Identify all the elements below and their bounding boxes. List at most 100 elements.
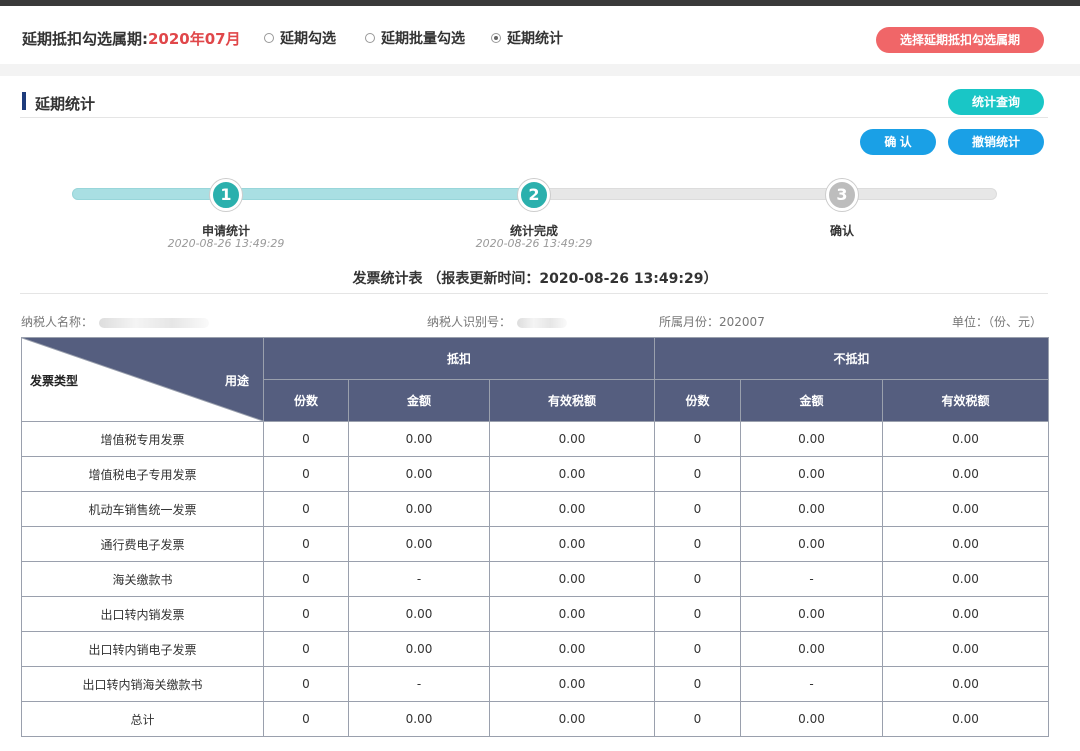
value-cell: 0.00 — [740, 596, 883, 632]
value-cell: 0 — [263, 631, 349, 667]
value-cell: 0 — [263, 666, 349, 702]
group-header-nondeduct: 不抵扣 — [654, 337, 1049, 380]
value-cell: 0 — [654, 561, 741, 597]
value-cell: 0 — [263, 421, 349, 457]
table-row: 增值税专用发票 0 0.00 0.00 0 0.00 0.00 — [21, 421, 1049, 457]
group-header-deduct: 抵扣 — [263, 337, 655, 380]
value-cell: 0.00 — [882, 666, 1049, 702]
value-cell: 0.00 — [489, 631, 655, 667]
value-cell: 0.00 — [489, 456, 655, 492]
redacted-taxpayer-id — [517, 317, 568, 328]
invoice-type-cell: 海关缴款书 — [21, 561, 264, 597]
value-cell: 0.00 — [740, 421, 883, 457]
radio-deferred-batch-select[interactable]: 延期批量勾选 — [365, 28, 465, 48]
value-cell: 0 — [654, 701, 741, 737]
invoice-type-cell: 出口转内销电子发票 — [21, 631, 264, 667]
header-separator — [0, 64, 1080, 76]
value-cell: 0.00 — [882, 526, 1049, 562]
value-cell: 0.00 — [740, 456, 883, 492]
value-cell: 0 — [263, 596, 349, 632]
invoice-type-cell: 机动车销售统一发票 — [21, 491, 264, 527]
step-1-circle: 1 — [210, 179, 242, 211]
col-header-amount: 金额 — [348, 379, 490, 422]
value-cell: 0.00 — [348, 701, 490, 737]
value-cell: 0.00 — [489, 596, 655, 632]
value-cell: 0.00 — [348, 421, 490, 457]
value-cell: 0 — [654, 596, 741, 632]
value-cell: 0.00 — [489, 666, 655, 702]
value-cell: 0 — [654, 421, 741, 457]
value-cell: 0.00 — [882, 701, 1049, 737]
table-row: 机动车销售统一发票 0 0.00 0.00 0 0.00 0.00 — [21, 491, 1049, 527]
redacted-taxpayer-name — [99, 317, 210, 328]
value-cell: 0 — [263, 526, 349, 562]
value-cell: 0.00 — [348, 596, 490, 632]
value-cell: 0 — [654, 666, 741, 702]
value-cell: 0.00 — [489, 561, 655, 597]
radio-dot-checked[interactable] — [491, 33, 501, 43]
table-row: 通行费电子发票 0 0.00 0.00 0 0.00 0.00 — [21, 526, 1049, 562]
progress-fill — [72, 188, 535, 200]
value-cell: 0 — [263, 491, 349, 527]
col-header-count: 份数 — [654, 379, 741, 422]
value-cell: 0.00 — [489, 421, 655, 457]
step-3-circle: 3 — [826, 179, 858, 211]
value-cell: 0.00 — [489, 491, 655, 527]
value-cell: 0.00 — [348, 526, 490, 562]
value-cell: 0.00 — [348, 456, 490, 492]
radio-deferred-select[interactable]: 延期勾选 — [264, 28, 336, 48]
taxpayer-name: 纳税人名称： — [21, 313, 210, 330]
period-header: 延期抵扣勾选属期: 2020年07月 延期勾选 延期批量勾选 延期统计 选择延期… — [0, 6, 1080, 64]
confirm-button[interactable]: 确 认 — [860, 129, 936, 155]
corner-label-invoice-type: 发票类型 — [30, 374, 79, 388]
value-cell: 0.00 — [348, 631, 490, 667]
value-cell: 0 — [654, 491, 741, 527]
value-cell: 0.00 — [882, 456, 1049, 492]
value-cell: 0.00 — [882, 596, 1049, 632]
section-title: 延期统计 — [35, 95, 96, 113]
step-1-time: 2020-08-26 13:49:29 — [167, 237, 285, 250]
report-month: 所属月份：202007 — [659, 313, 765, 330]
value-cell: 0 — [654, 631, 741, 667]
step-2-circle: 2 — [518, 179, 550, 211]
month-value: 202007 — [719, 315, 765, 329]
unit-label: 单位：（份、元） — [952, 315, 1043, 329]
taxpayer-id: 纳税人识别号： — [427, 313, 568, 330]
month-label: 所属月份： — [659, 315, 720, 329]
radio-label: 延期勾选 — [280, 31, 336, 47]
taxpayer-id-label: 纳税人识别号： — [427, 315, 512, 329]
value-cell: 0.00 — [489, 526, 655, 562]
table-row: 总计 0 0.00 0.00 0 0.00 0.00 — [21, 701, 1049, 737]
cancel-stats-button[interactable]: 撤销统计 — [948, 129, 1044, 155]
radio-dot[interactable] — [365, 33, 375, 43]
table-row: 海关缴款书 0-0.00 0-0.00 — [21, 561, 1049, 597]
value-cell: 0.00 — [740, 701, 883, 737]
value-cell: 0 — [263, 561, 349, 597]
radio-dot[interactable] — [264, 33, 274, 43]
table-row: 出口转内销发票 0 0.00 0.00 0 0.00 0.00 — [21, 596, 1049, 632]
step-2-time: 2020-08-26 13:49:29 — [475, 237, 593, 250]
step-3-title: 确认 — [829, 224, 854, 238]
stats-query-button[interactable]: 统计查询 — [948, 89, 1044, 115]
value-cell: 0.00 — [882, 561, 1049, 597]
table-row: 出口转内销电子发票 0 0.00 0.00 0 0.00 0.00 — [21, 631, 1049, 667]
value-cell: 0.00 — [740, 631, 883, 667]
value-cell: 0.00 — [882, 631, 1049, 667]
taxpayer-name-label: 纳税人名称： — [21, 315, 94, 329]
value-cell: - — [348, 561, 490, 597]
radio-label: 延期统计 — [507, 31, 563, 47]
value-cell: - — [348, 666, 490, 702]
invoice-type-cell: 出口转内销海关缴款书 — [21, 666, 264, 702]
col-header-tax: 有效税额 — [882, 379, 1049, 422]
invoice-type-cell: 增值税电子专用发票 — [21, 456, 264, 492]
invoice-type-cell: 出口转内销发票 — [21, 596, 264, 632]
report-divider — [20, 293, 1048, 294]
value-cell: 0 — [654, 526, 741, 562]
radio-deferred-stats[interactable]: 延期统计 — [491, 28, 563, 48]
value-cell: - — [740, 561, 883, 597]
value-cell: 0 — [263, 701, 349, 737]
select-period-button[interactable]: 选择延期抵扣勾选属期 — [876, 27, 1044, 53]
value-cell: 0.00 — [489, 701, 655, 737]
value-cell: 0 — [654, 456, 741, 492]
col-header-count: 份数 — [263, 379, 349, 422]
